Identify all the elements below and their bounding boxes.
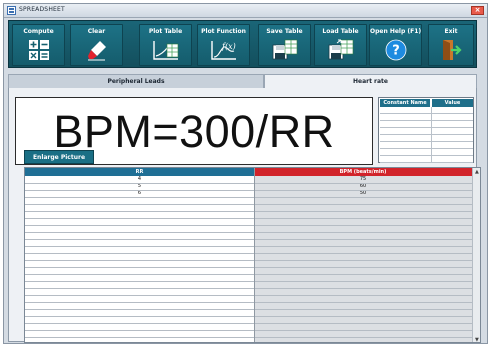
- grid-row-line: [25, 225, 472, 226]
- plot-function-icon: f(x): [210, 41, 236, 60]
- grid-row-line: [25, 239, 472, 240]
- grid-row-line: [25, 211, 472, 212]
- grid-row-line: [25, 260, 472, 261]
- save-table-icon: [272, 39, 297, 60]
- grid-row-line: [25, 302, 472, 303]
- grid-row-line: [25, 204, 472, 205]
- constant-row[interactable]: [380, 107, 473, 114]
- grid-row-line: [25, 309, 472, 310]
- plot-function-label: Plot Function: [201, 28, 246, 35]
- scroll-up-icon[interactable]: ▲: [475, 169, 479, 175]
- grid-row-line: [25, 337, 472, 338]
- help-label: Open Help (F1): [370, 28, 422, 35]
- constant-value-header: Value: [432, 99, 473, 107]
- compute-label: Compute: [23, 28, 54, 35]
- spreadsheet-icon: [7, 6, 16, 15]
- column-divider: [254, 168, 255, 342]
- grid-row-line: [25, 267, 472, 268]
- data-grid[interactable]: RR BPM (beats/min) 4 75 5 60 6 50 ▲ ▼: [24, 167, 481, 343]
- tab-peripheral-leads[interactable]: Peripheral Leads: [8, 74, 264, 88]
- load-table-icon: [328, 39, 353, 60]
- toolbar: Compute Clear Plot Table Plot Function f…: [8, 20, 477, 68]
- bpm-cell[interactable]: 60: [254, 183, 472, 190]
- save-table-button[interactable]: Save Table: [258, 24, 311, 66]
- tab-bar: Peripheral Leads Heart rate: [8, 74, 477, 88]
- grid-row-line: [25, 281, 472, 282]
- help-button[interactable]: Open Help (F1) ?: [369, 24, 422, 66]
- bpm-cell[interactable]: 75: [254, 176, 472, 183]
- constant-row[interactable]: [380, 128, 473, 135]
- save-table-label: Save Table: [266, 28, 303, 35]
- help-icon: ?: [385, 39, 406, 61]
- window-title: SPREADSHEET: [19, 6, 65, 13]
- tab-heart-rate[interactable]: Heart rate: [264, 74, 477, 88]
- rr-header: RR: [25, 168, 254, 176]
- grid-row-line: [25, 232, 472, 233]
- plot-table-icon: [152, 41, 178, 60]
- constant-name-header: Constant Name: [380, 99, 430, 107]
- grid-row-line: [25, 316, 472, 317]
- title-bar: SPREADSHEET ×: [4, 4, 487, 18]
- scroll-down-icon[interactable]: ▼: [475, 337, 479, 342]
- eraser-icon: [87, 41, 106, 61]
- grid-row-line: [25, 323, 472, 324]
- grid-row-line: [25, 253, 472, 254]
- load-table-label: Load Table: [322, 28, 359, 35]
- calculator-icon: [28, 40, 49, 60]
- help-icon-glyph: ?: [392, 44, 400, 59]
- bpm-cell[interactable]: 50: [254, 190, 472, 197]
- plot-table-label: Plot Table: [148, 28, 183, 35]
- enlarge-picture-button[interactable]: Enlarge Picture: [24, 150, 94, 164]
- grid-row-line: [25, 197, 472, 198]
- load-table-button[interactable]: Load Table: [314, 24, 367, 66]
- rr-cell[interactable]: 4: [25, 176, 254, 183]
- bpm-header: BPM (beats/min): [254, 168, 472, 176]
- constant-row[interactable]: [380, 114, 473, 121]
- rr-cell[interactable]: 5: [25, 183, 254, 190]
- rr-cell[interactable]: 6: [25, 190, 254, 197]
- clear-label: Clear: [87, 28, 106, 35]
- constant-row[interactable]: [380, 156, 473, 163]
- constants-table: Constant Name Value: [378, 97, 474, 163]
- constant-row[interactable]: [380, 135, 473, 142]
- clear-button[interactable]: Clear: [70, 24, 123, 66]
- grid-row-line: [25, 330, 472, 331]
- plot-table-button[interactable]: Plot Table: [139, 24, 192, 66]
- grid-row-line: [25, 218, 472, 219]
- close-button[interactable]: ×: [471, 6, 484, 15]
- exit-icon: [443, 40, 462, 60]
- compute-button[interactable]: Compute: [12, 24, 65, 66]
- constant-row[interactable]: [380, 149, 473, 156]
- plot-function-button[interactable]: Plot Function f(x): [197, 24, 250, 66]
- grid-row-line: [25, 288, 472, 289]
- constant-row[interactable]: [380, 121, 473, 128]
- grid-row-line: [25, 183, 472, 184]
- exit-button[interactable]: Exit: [428, 24, 474, 66]
- grid-row-line: [25, 246, 472, 247]
- grid-row-line: [25, 274, 472, 275]
- function-symbol: f(x): [221, 42, 236, 51]
- exit-label: Exit: [444, 28, 458, 35]
- grid-row-line: [25, 190, 472, 191]
- vertical-scrollbar[interactable]: ▲ ▼: [472, 168, 480, 342]
- grid-row-line: [25, 295, 472, 296]
- constant-row[interactable]: [380, 142, 473, 149]
